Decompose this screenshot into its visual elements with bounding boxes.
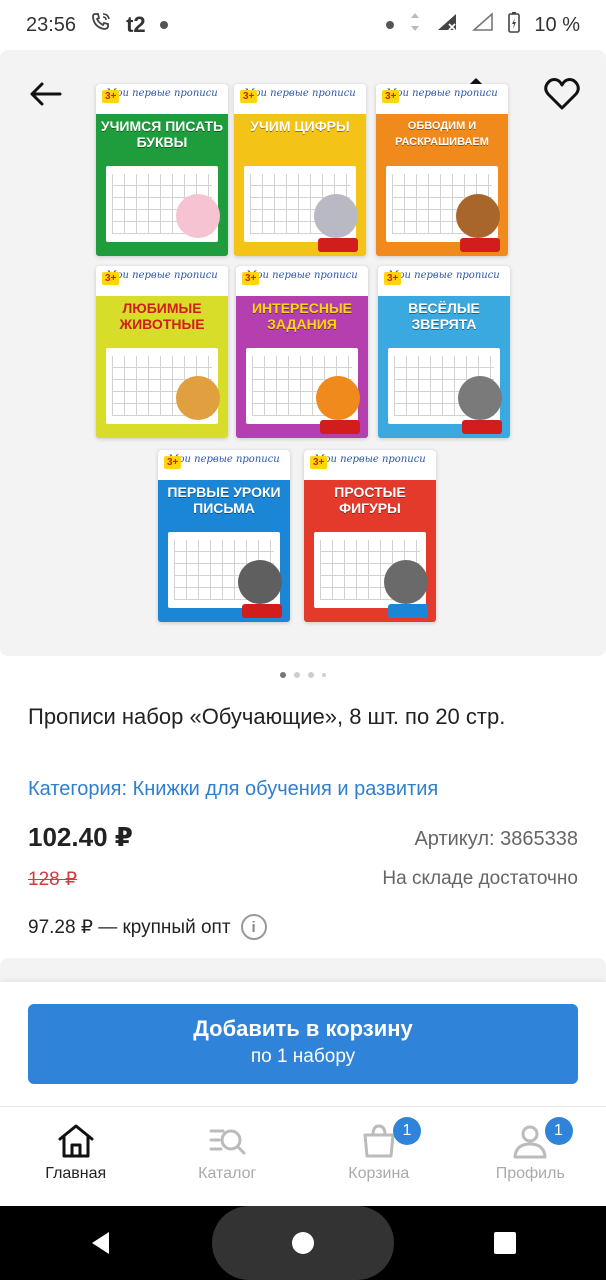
book-title: Простые фигуры — [334, 484, 406, 516]
favorite-button[interactable] — [540, 72, 584, 116]
data-arrows-icon — [408, 11, 422, 39]
carrier-logo: t2 — [126, 12, 146, 37]
gallery-pagination[interactable] — [0, 668, 606, 682]
system-navigation-bar — [0, 1206, 606, 1280]
age-badge: 3+ — [164, 456, 182, 469]
book-title: Первые уроки письма — [167, 484, 281, 516]
character-illustration — [314, 194, 358, 238]
product-gallery[interactable]: Мои первые прописи 3+ Учимся писать букв… — [0, 50, 606, 656]
nav-item-label: Профиль — [495, 1165, 565, 1182]
age-badge: 3+ — [102, 90, 120, 103]
nav-item-label: Каталог — [198, 1165, 257, 1182]
triangle-back-icon — [92, 1232, 109, 1254]
page-dot-2[interactable] — [294, 672, 300, 678]
page-dot-3[interactable] — [308, 672, 314, 678]
product-price: 102.40 ₽ — [28, 822, 133, 852]
series-badge — [462, 420, 502, 434]
series-badge — [460, 238, 500, 252]
book-title: Учимся писать буквы — [100, 118, 224, 150]
heart-icon — [544, 78, 580, 110]
book-cover-4: Мои первые прописи 3+ Любимые животные — [96, 266, 228, 438]
add-to-cart-label: Добавить в корзину — [193, 1016, 413, 1041]
wifi-call-icon — [90, 11, 112, 39]
character-illustration — [316, 376, 360, 420]
book-title: Весёлые зверята — [408, 300, 480, 332]
series-badge — [242, 604, 282, 618]
age-badge: 3+ — [384, 272, 402, 285]
square-recents-icon — [494, 1232, 516, 1254]
home-icon — [58, 1124, 94, 1158]
catalog-search-icon — [209, 1129, 246, 1155]
cart-count-badge: 1 — [393, 1117, 421, 1145]
battery-icon — [508, 11, 521, 39]
system-recents-button[interactable] — [483, 1221, 527, 1265]
age-badge: 3+ — [310, 456, 328, 469]
nav-item-cart[interactable]: 1 Корзина — [303, 1107, 455, 1206]
add-to-cart-button[interactable]: Добавить в корзину по 1 набору — [28, 1004, 578, 1084]
status-right: 10 % — [386, 11, 580, 39]
signal-icon-2 — [472, 12, 494, 38]
nav-item-label: Главная — [45, 1165, 107, 1182]
old-price: 128 ₽ — [28, 869, 78, 890]
category-link[interactable]: Категория: Книжки для обучения и развити… — [28, 778, 438, 801]
status-left: 23:56 t2 — [26, 11, 168, 39]
book-cover-5: Мои первые прописи 3+ Интересные задания — [236, 266, 368, 438]
age-badge: 3+ — [242, 272, 260, 285]
series-badge — [320, 420, 360, 434]
age-badge: 3+ — [240, 90, 258, 103]
info-icon[interactable]: i — [240, 914, 267, 940]
book-title: Интересные задания — [251, 300, 352, 332]
add-to-cart-quantity: по 1 набору — [250, 1046, 356, 1067]
nav-item-home[interactable]: Главная — [0, 1107, 152, 1206]
series-badge — [388, 604, 428, 618]
character-illustration — [238, 560, 282, 604]
stock-status: На складе достаточно — [382, 868, 578, 889]
notification-dot-icon — [386, 21, 395, 29]
series-badge — [318, 238, 358, 252]
book-cover-7: Мои первые прописи 3+ Первые уроки письм… — [158, 450, 290, 622]
nav-item-catalog[interactable]: Каталог — [152, 1107, 304, 1206]
book-cover-1: Мои первые прописи 3+ Учимся писать букв… — [96, 84, 228, 256]
system-back-button[interactable] — [79, 1221, 123, 1265]
book-title: Учим цифры — [250, 118, 350, 134]
back-button[interactable] — [24, 72, 68, 116]
profile-badge: 1 — [544, 1117, 573, 1145]
page-dot-4[interactable] — [322, 673, 326, 677]
book-cover-3: Мои первые прописи 3+ Обводим и раскраши… — [376, 84, 508, 256]
page-dot-1[interactable] — [280, 672, 286, 678]
character-illustration — [456, 194, 500, 238]
circle-home-icon — [292, 1232, 314, 1254]
arrow-left-icon — [30, 82, 62, 106]
battery-level: 10 % — [534, 13, 580, 36]
wholesale-price-row: 97.28 ₽ — крупный опт i — [28, 914, 267, 940]
nav-item-label: Корзина — [348, 1165, 410, 1182]
bottom-navigation: Главная Каталог 1 Корзина 1 Профиль — [0, 1106, 606, 1206]
age-badge: 3+ — [382, 90, 400, 103]
product-title: Прописи набор «Обучающие», 8 шт. по 20 с… — [28, 704, 506, 729]
wholesale-price: 97.28 ₽ — крупный опт — [28, 916, 231, 938]
book-cover-2: Мои первые прописи 3+ Учим цифры — [234, 84, 366, 256]
book-cover-6: Мои первые прописи 3+ Весёлые зверята — [378, 266, 510, 438]
age-badge: 3+ — [102, 272, 120, 285]
nav-item-profile[interactable]: 1 Профиль — [455, 1107, 606, 1206]
character-illustration — [176, 194, 220, 238]
book-title: Обводим и раскрашиваем — [395, 120, 489, 148]
cart-action-bar: Добавить в корзину по 1 набору — [0, 982, 606, 1106]
status-time: 23:56 — [26, 13, 77, 36]
product-sku: Артикул: 3865338 — [414, 828, 578, 850]
character-illustration — [176, 376, 220, 420]
character-illustration — [384, 560, 428, 604]
notification-dot-icon — [159, 21, 168, 29]
status-bar: 23:56 t2 10 % — [0, 0, 606, 50]
character-illustration — [458, 376, 502, 420]
signal-icon — [436, 12, 458, 38]
system-home-button[interactable] — [281, 1221, 325, 1265]
book-title: Любимые животные — [119, 300, 205, 332]
book-cover-8: Мои первые прописи 3+ Простые фигуры — [304, 450, 436, 622]
